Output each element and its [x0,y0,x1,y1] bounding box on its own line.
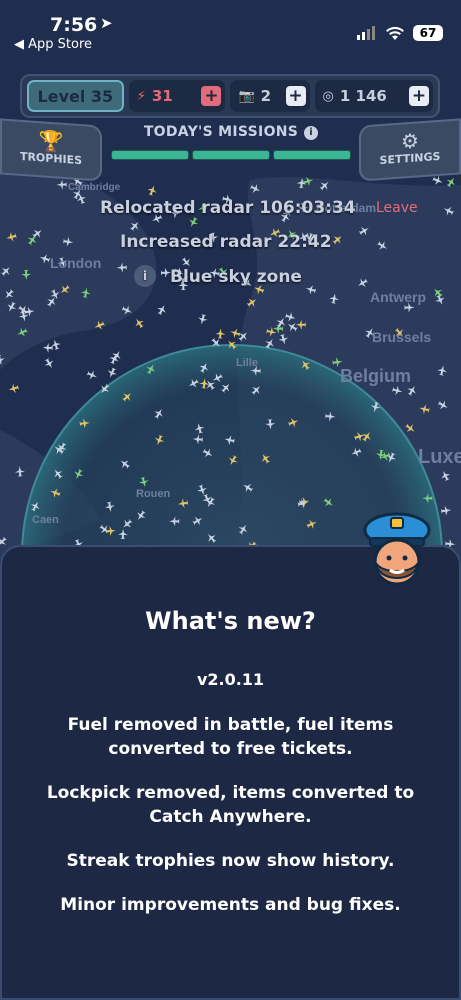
blue-sky-zone-event: i Blue sky zone [134,265,302,287]
level-badge[interactable]: Level 35 [27,80,124,112]
pilot-avatar [363,512,431,586]
missions-title: TODAY'S MISSIONS [143,124,299,140]
coin-icon: ◎ [322,88,334,104]
settings-label: SETTINGS [379,149,441,168]
map-city-label: Belgium [340,366,411,386]
add-camera-button[interactable]: + [285,86,306,106]
blue-sky-label: Blue sky zone [170,267,302,287]
map-city-label: Rouen [136,488,171,500]
relocated-radar-event: Relocated radar 106:03:34 [100,198,356,218]
camera-value: 2 [260,87,272,105]
missions-progress-bar [111,150,351,160]
energy-value: 31 [151,87,173,105]
coins-value: 1 146 [339,87,387,105]
increased-radar-event: Increased radar 22:42 [120,232,332,252]
wifi-icon [386,26,404,40]
map-city-label: Lille [236,357,258,369]
camera-icon: 📷 [238,88,255,104]
cellular-signal-icon [357,26,375,40]
map-city-label: Luxe [418,446,461,468]
add-coins-button[interactable]: + [409,86,430,106]
todays-missions[interactable]: TODAY'S MISSIONS i [100,121,362,165]
release-note: Minor improvements and bug fixes. [60,895,401,915]
release-note: Streak trophies now show history. [66,851,395,871]
release-note: Fuel removed in battle, fuel items conve… [67,715,394,759]
level-label: Level 35 [37,86,114,106]
map-city-label: Caen [32,514,59,526]
back-to-app-store-link[interactable]: ◀ App Store [14,37,92,52]
leave-button[interactable]: Leave [376,200,418,216]
settings-button[interactable]: ⚙ SETTINGS [359,118,461,182]
status-time: 7:56 [50,14,98,36]
battery-indicator: 67 [413,25,443,41]
map-city-label: Antwerp [370,289,426,305]
whats-new-title: What's new? [145,607,316,635]
version-label: v2.0.11 [196,670,265,689]
trophies-button[interactable]: 🏆 TROPHIES [0,118,102,182]
map-city-label: London [50,255,101,271]
coins-counter[interactable]: ◎ 1 146 + [314,80,434,112]
energy-counter[interactable]: ⚡ 31 + [128,80,226,112]
mission-segment [111,150,189,160]
zone-info-icon: i [134,265,156,287]
status-bar: 7:56 ➤ ◀ App Store 67 [0,0,461,58]
info-icon[interactable]: i [304,126,319,140]
release-note: Lockpick removed, items converted to Cat… [46,783,415,827]
add-energy-button[interactable]: + [201,86,222,106]
map-city-label: Brussels [372,329,431,345]
mission-segment [273,150,351,160]
whats-new-panel: What's new? v2.0.11 Fuel removed in batt… [0,545,461,1000]
lightning-icon: ⚡ [136,88,146,104]
camera-counter[interactable]: 📷 2 + [230,80,310,112]
map-city-label: Cambridge [68,182,121,193]
player-stats-bar: Level 35 ⚡ 31 + 📷 2 + ◎ 1 146 + [20,74,440,118]
mission-segment [192,150,270,160]
location-arrow-icon: ➤ [100,14,113,32]
